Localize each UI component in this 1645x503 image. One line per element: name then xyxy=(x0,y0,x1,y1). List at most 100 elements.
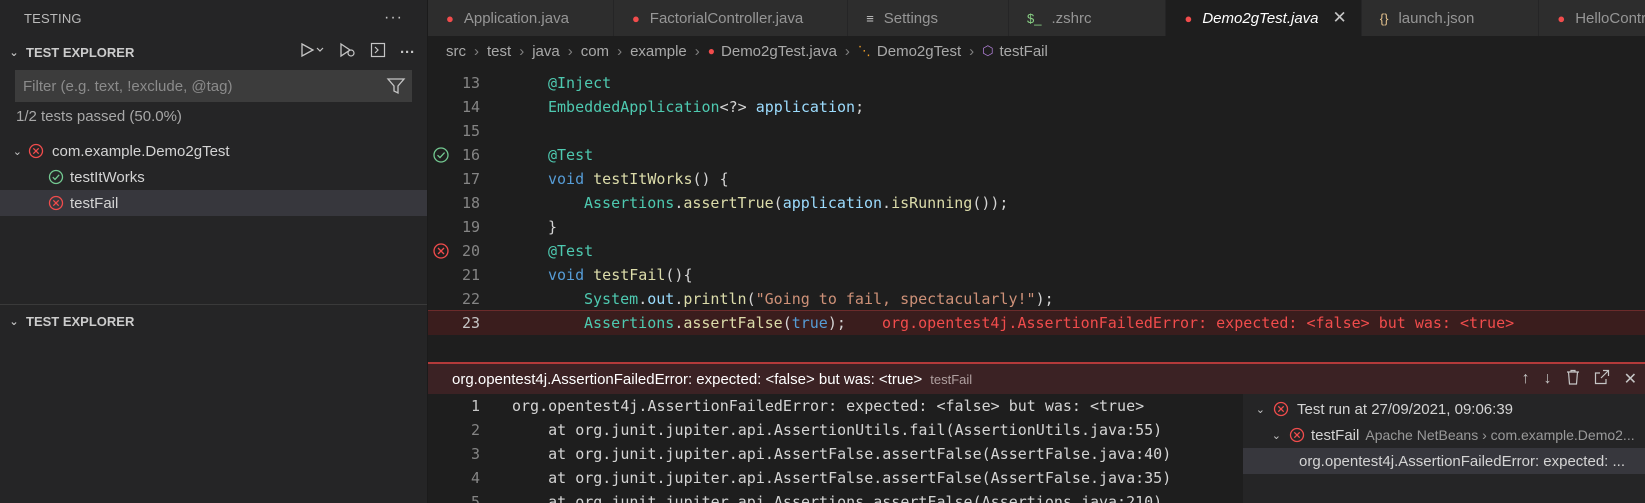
tab-launch-json[interactable]: {} launch.json xyxy=(1361,0,1540,36)
tree-item-run[interactable]: ⌄ Test run at 27/09/2021, 09:06:39 xyxy=(1243,396,1645,422)
tab-label: Application.java xyxy=(463,9,569,27)
code-text: void testItWorks() { xyxy=(548,169,729,188)
failed-icon xyxy=(1289,427,1305,443)
code-line: 13 @Inject xyxy=(428,70,1645,95)
code-text: Assertions.assertTrue(application.isRunn… xyxy=(584,193,1009,212)
output-text: at org.junit.jupiter.api.AssertFalse.ass… xyxy=(512,469,1172,487)
more-icon[interactable]: ··· xyxy=(384,9,403,27)
tab-label: Demo2gTest.java xyxy=(1202,9,1319,27)
close-icon[interactable]: ✕ xyxy=(1624,369,1637,389)
line-number: 4 xyxy=(470,469,480,487)
output-line: 2 at org.junit.jupiter.api.AssertionUtil… xyxy=(428,418,1243,442)
code-line: 20 @Test xyxy=(428,238,1645,263)
show-output-icon[interactable] xyxy=(370,42,386,62)
chevron-down-icon[interactable]: ⌄ xyxy=(6,46,22,59)
test-peek-panel: org.opentest4j.AssertionFailedError: exp… xyxy=(428,362,1645,503)
line-number: 13 xyxy=(461,73,480,92)
run-tests-icon[interactable] xyxy=(300,42,324,62)
test-description: Apache NetBeans › com.example.Demo2... xyxy=(1365,427,1635,443)
passed-icon xyxy=(48,169,64,185)
passed-icon[interactable] xyxy=(432,146,450,164)
breadcrumb-item[interactable]: Demo2gTest.java xyxy=(721,43,837,60)
tab-application-java[interactable]: ● Application.java xyxy=(428,0,614,36)
code-line: 21 void testFail(){ xyxy=(428,262,1645,287)
filter-icon[interactable] xyxy=(386,76,406,96)
filter-input[interactable]: Filter (e.g. text, !exclude, @tag) xyxy=(15,70,412,102)
open-external-icon[interactable] xyxy=(1594,369,1610,390)
arrow-down-icon[interactable]: ↓ xyxy=(1544,370,1552,388)
tab-zshrc[interactable]: $_ .zshrc xyxy=(1009,0,1167,36)
breadcrumb: src › test › java › com › example › ● Demo2gT… xyxy=(446,42,1048,60)
code-text: EmbeddedApplication<?> application; xyxy=(548,97,865,116)
method-icon: ⬡ xyxy=(982,43,994,58)
breadcrumb-item[interactable]: java xyxy=(532,43,560,60)
code-text: @Test xyxy=(548,145,594,164)
tab-hello-controller[interactable]: ● HelloController.java xyxy=(1539,0,1645,36)
tab-bar: ● Application.java ● FactorialController… xyxy=(428,0,1645,36)
section-title: TEST EXPLORER xyxy=(26,313,135,329)
tree-item-label: testFail xyxy=(70,194,119,212)
peek-title: org.opentest4j.AssertionFailedError: exp… xyxy=(452,370,923,388)
tab-demo2gtest[interactable]: ● Demo2gTest.java ✕ xyxy=(1166,0,1362,36)
more-actions-icon[interactable]: ··· xyxy=(400,44,415,61)
breadcrumb-item[interactable]: com xyxy=(581,43,609,60)
chevron-down-icon[interactable]: ⌄ xyxy=(1243,403,1265,416)
test-explorer-header[interactable]: ⌄ TEST EXPLORER xyxy=(0,305,427,337)
failed-icon[interactable] xyxy=(432,242,450,260)
output-text: at org.junit.jupiter.api.AssertFalse.ass… xyxy=(512,445,1172,463)
test-explorer-header[interactable]: ⌄ TEST EXPLORER ··· xyxy=(0,36,427,68)
tab-factorial-controller[interactable]: ● FactorialController.java xyxy=(613,0,849,36)
test-explorer-section-2: ⌄ TEST EXPLORER xyxy=(0,304,427,337)
debug-tests-icon[interactable] xyxy=(338,42,356,62)
tree-item-message[interactable]: org.opentest4j.AssertionFailedError: exp… xyxy=(1243,448,1645,474)
breadcrumb-item[interactable]: test xyxy=(487,43,511,60)
chevron-down-icon[interactable]: ⌄ xyxy=(6,315,22,328)
tree-item-class[interactable]: ⌄ com.example.Demo2gTest xyxy=(0,138,427,164)
json-icon: {} xyxy=(1379,10,1389,26)
code-line: 17 void testItWorks() { xyxy=(428,166,1645,191)
line-number: 22 xyxy=(461,289,480,308)
breadcrumb-item[interactable]: example xyxy=(630,43,687,60)
class-icon: ⋱ xyxy=(857,43,871,58)
line-number: 2 xyxy=(470,421,480,439)
failed-icon xyxy=(28,143,44,159)
arrow-up-icon[interactable]: ↑ xyxy=(1522,370,1530,388)
line-number: 15 xyxy=(461,121,480,140)
trash-icon[interactable] xyxy=(1566,369,1580,390)
failed-icon xyxy=(48,195,64,211)
java-icon: ● xyxy=(1557,10,1566,26)
sidebar: TESTING ··· ⌄ TEST EXPLORER ··· Filter (… xyxy=(0,0,428,503)
tab-label: launch.json xyxy=(1398,9,1475,27)
breadcrumb-item[interactable]: Demo2gTest xyxy=(877,43,961,60)
code-text: @Test xyxy=(548,241,594,260)
breadcrumb-item[interactable]: src xyxy=(446,43,466,60)
line-number: 14 xyxy=(461,97,480,116)
breadcrumb-item[interactable]: testFail xyxy=(1000,43,1048,60)
test-summary: 1/2 tests passed (50.0%) xyxy=(16,108,182,125)
tab-label: HelloController.java xyxy=(1575,9,1645,27)
close-icon[interactable]: ✕ xyxy=(1333,8,1347,28)
inline-error-message: org.opentest4j.AssertionFailedError: exp… xyxy=(882,314,1515,332)
tab-settings[interactable]: ≡ Settings xyxy=(848,0,1009,36)
output-line: 5 at org.junit.jupiter.api.Assertions.as… xyxy=(428,490,1243,503)
peek-output[interactable]: 1 org.opentest4j.AssertionFailedError: e… xyxy=(428,394,1243,503)
code-text: } xyxy=(548,217,558,236)
tree-item-label: com.example.Demo2gTest xyxy=(52,142,230,160)
line-number: 21 xyxy=(461,265,480,284)
tree-item-test[interactable]: testItWorks xyxy=(0,164,427,190)
run-label: Test run at 27/09/2021, 09:06:39 xyxy=(1297,400,1513,418)
filter-placeholder: Filter (e.g. text, !exclude, @tag) xyxy=(23,77,233,95)
peek-results-tree: ⌄ Test run at 27/09/2021, 09:06:39 ⌄ tes… xyxy=(1243,394,1645,503)
chevron-down-icon[interactable]: ⌄ xyxy=(0,145,22,158)
tree-item-test[interactable]: ⌄ testFail Apache NetBeans › com.example… xyxy=(1243,422,1645,448)
tree-item-label: testItWorks xyxy=(70,168,145,186)
tab-label: Settings xyxy=(883,9,938,27)
code-line: 15 xyxy=(428,118,1645,143)
settings-icon: ≡ xyxy=(866,10,874,26)
code-line: 18 Assertions.assertTrue(application.isR… xyxy=(428,190,1645,215)
chevron-down-icon[interactable]: ⌄ xyxy=(1243,429,1281,442)
java-icon: ● xyxy=(1184,10,1193,26)
tree-item-test[interactable]: testFail xyxy=(0,190,427,216)
java-icon: ● xyxy=(707,44,716,58)
code-text: Assertions.assertFalse(true); xyxy=(584,314,846,332)
